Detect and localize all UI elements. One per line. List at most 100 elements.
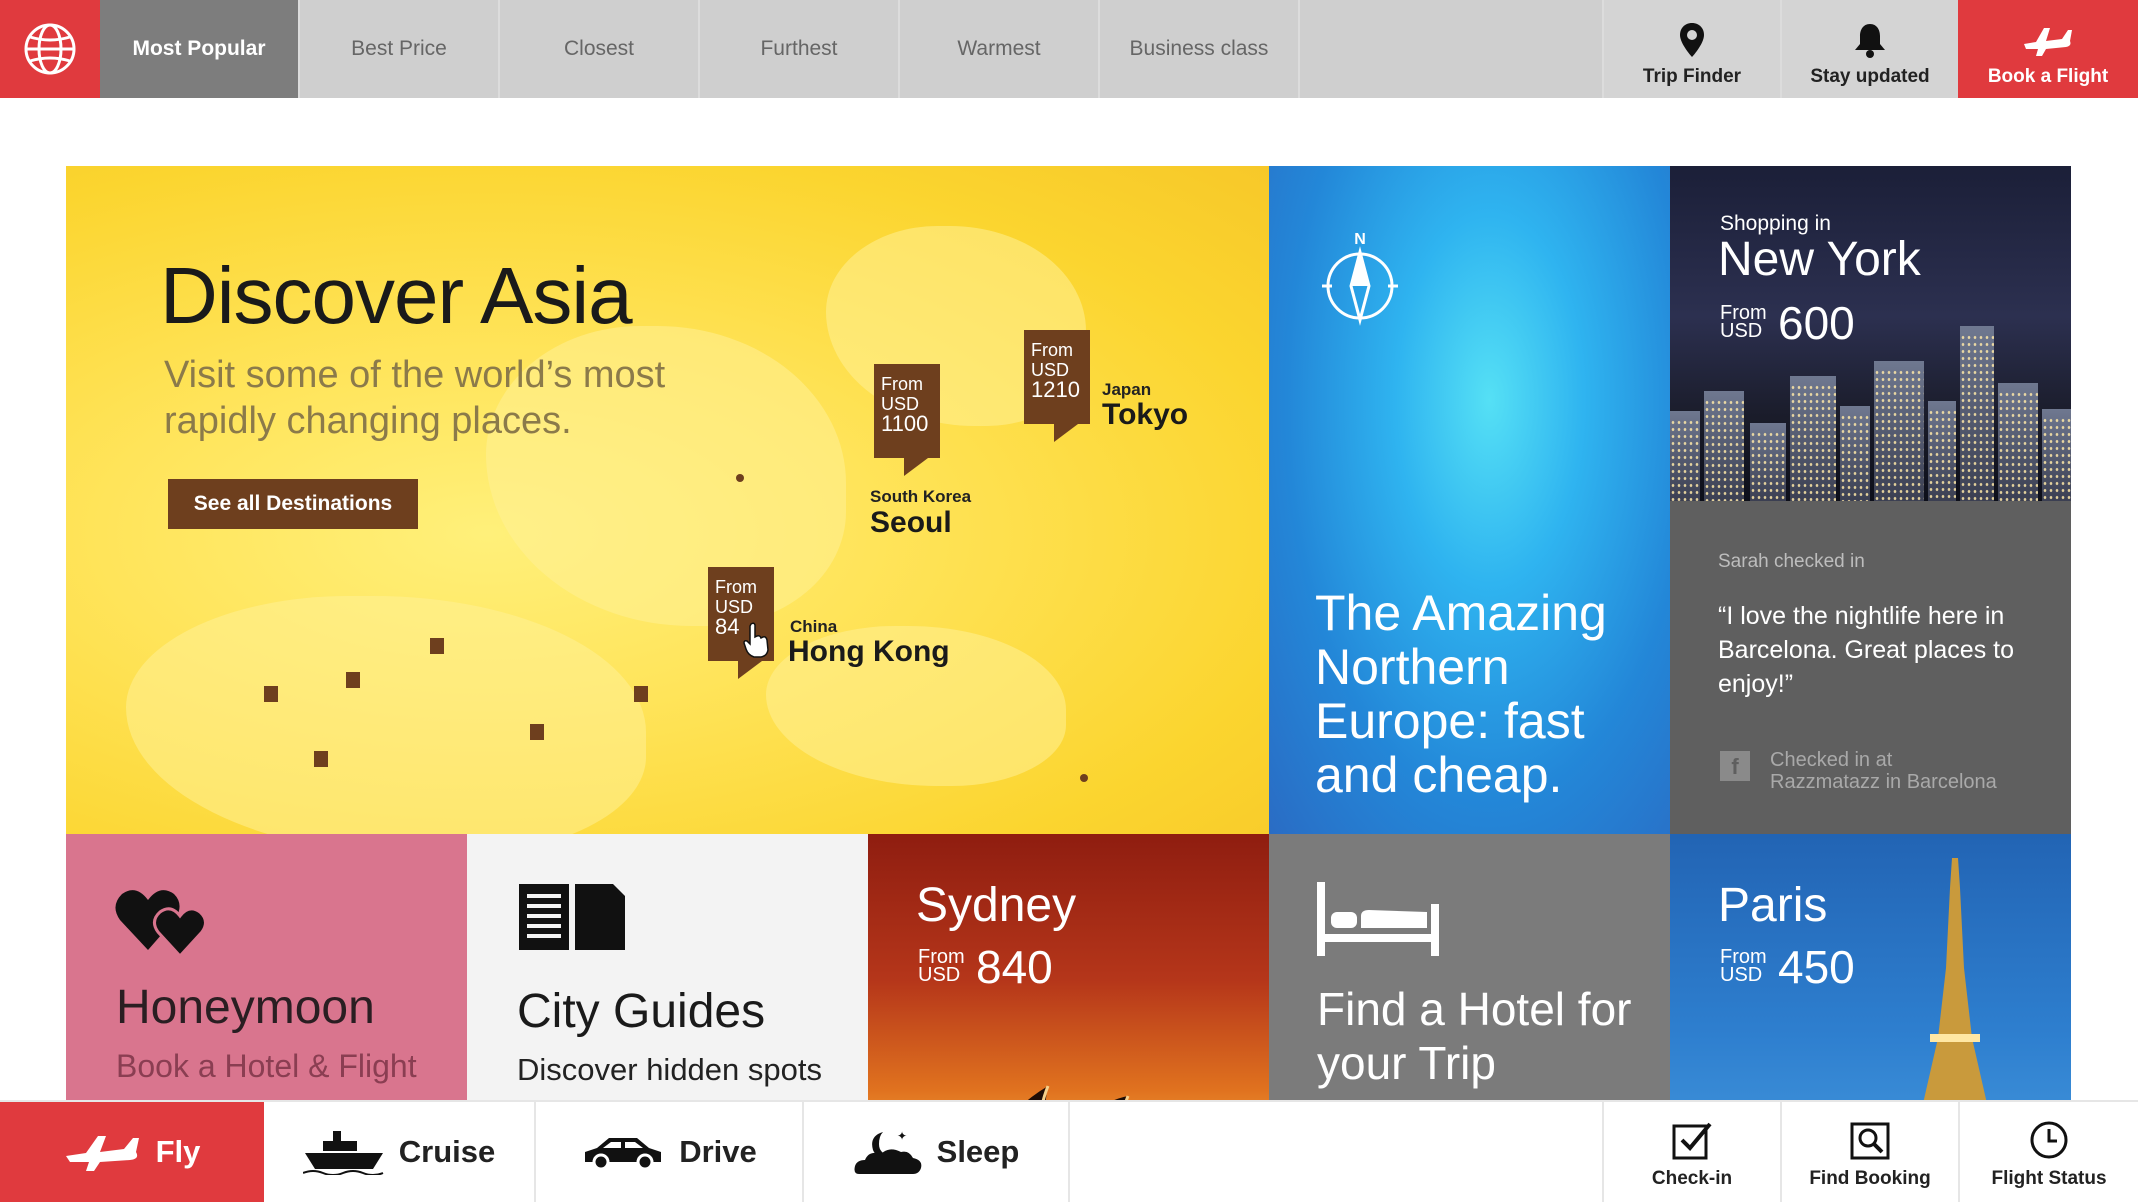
new-york-tile[interactable]: Shopping in New York From USD 600 bbox=[1670, 166, 2071, 501]
sydney-city-label: Sydney bbox=[916, 879, 1077, 932]
sydney-price: 840 bbox=[976, 941, 1053, 993]
discover-asia-title: Discover Asia bbox=[160, 251, 633, 340]
discover-asia-subtitle: Visit some of the world’s most rapidly c… bbox=[164, 354, 666, 442]
skyline-building bbox=[1960, 326, 1994, 501]
currency-text: USD bbox=[918, 964, 961, 986]
ny-city-label: New York bbox=[1718, 233, 1921, 286]
flight-status-label: Flight Status bbox=[1991, 1168, 2107, 1189]
skyline-building bbox=[1874, 361, 1924, 501]
city-guides-subtitle: Discover hidden spots bbox=[517, 1052, 822, 1087]
ny-price: 600 bbox=[1778, 297, 1855, 349]
skyline-building bbox=[1750, 423, 1786, 501]
tab-business-class[interactable]: Business class bbox=[1100, 0, 1300, 98]
mode-cruise[interactable]: Cruise bbox=[264, 1102, 536, 1202]
pin-price: 1210 bbox=[1031, 377, 1080, 402]
ny-from-label: From USD bbox=[1720, 303, 1767, 342]
northern-europe-headline: The Amazing Northern Europe: fast and ch… bbox=[1315, 585, 1607, 803]
honeymoon-subtitle: Book a Hotel & Flight bbox=[116, 1048, 417, 1084]
paris-city-label: Paris bbox=[1718, 879, 1828, 932]
mode-sleep[interactable]: ✦ Sleep bbox=[804, 1102, 1070, 1202]
tab-best-price[interactable]: Best Price bbox=[300, 0, 500, 98]
mode-drive-label: Drive bbox=[679, 1134, 757, 1169]
minor-destination-pin[interactable] bbox=[314, 751, 328, 767]
bottom-nav-bar: Fly Cruise Drive ✦ Sleep Check-in Find B… bbox=[0, 1100, 2138, 1202]
mode-fly-label: Fly bbox=[155, 1134, 201, 1169]
tokyo-city-label[interactable]: Tokyo bbox=[1102, 398, 1188, 432]
find-hotel-title: Find a Hotel for your Trip bbox=[1317, 983, 1632, 1089]
flight-status-button[interactable]: Flight Status bbox=[1958, 1102, 2138, 1202]
northern-europe-tile[interactable]: N The Amazing Northern Europe: fast and … bbox=[1269, 166, 1670, 834]
checkin-location-name: Razzmatazz in Barcelona bbox=[1770, 771, 1997, 793]
checkbox-icon bbox=[1672, 1122, 1712, 1160]
book-a-flight-button[interactable]: Book a Flight bbox=[1958, 0, 2138, 98]
globe-icon bbox=[24, 23, 76, 75]
bed-icon bbox=[1317, 882, 1439, 956]
pin-from-label: From bbox=[881, 374, 923, 394]
tab-furthest[interactable]: Furthest bbox=[700, 0, 900, 98]
pin-from-label: From bbox=[1031, 340, 1073, 360]
map-dot bbox=[1080, 774, 1088, 782]
mode-fly[interactable]: Fly bbox=[0, 1102, 264, 1202]
tab-closest[interactable]: Closest bbox=[500, 0, 700, 98]
hearts-icon bbox=[115, 890, 207, 956]
minor-destination-pin[interactable] bbox=[634, 686, 648, 702]
paris-price: 450 bbox=[1778, 941, 1855, 993]
clock-icon bbox=[2030, 1121, 2068, 1159]
plane-icon bbox=[65, 1136, 139, 1171]
stay-updated-button[interactable]: Stay updated bbox=[1780, 0, 1958, 98]
moon-cloud-icon: ✦ bbox=[854, 1129, 921, 1174]
top-nav-bar: Most Popular Best Price Closest Furthest… bbox=[0, 0, 2138, 98]
find-booking-label: Find Booking bbox=[1809, 1168, 1931, 1189]
price-pin-tokyo[interactable]: From USD 1210 bbox=[1024, 330, 1090, 442]
currency-text: USD bbox=[1720, 964, 1763, 986]
checkin-user-label: Sarah checked in bbox=[1718, 551, 1865, 572]
globe-home-button[interactable] bbox=[0, 0, 100, 98]
map-land-shape bbox=[126, 596, 646, 834]
skyline-building bbox=[1840, 406, 1870, 501]
discover-asia-tile[interactable]: Discover Asia Visit some of the world’s … bbox=[66, 166, 1269, 834]
currency-text: USD bbox=[1720, 320, 1763, 342]
price-pin-seoul[interactable]: From USD 1100 bbox=[874, 364, 940, 476]
svg-text:✦: ✦ bbox=[897, 1129, 907, 1143]
search-booking-icon bbox=[1850, 1122, 1890, 1160]
find-booking-button[interactable]: Find Booking bbox=[1780, 1102, 1958, 1202]
trip-finder-button[interactable]: Trip Finder bbox=[1602, 0, 1780, 98]
compass-icon: N bbox=[1322, 231, 1398, 326]
city-guides-title: City Guides bbox=[517, 985, 766, 1038]
sydney-from-label: From USD bbox=[918, 947, 965, 986]
tokyo-country-label: Japan bbox=[1102, 380, 1152, 399]
pin-from-label: From bbox=[715, 577, 757, 597]
minor-destination-pin[interactable] bbox=[264, 686, 278, 702]
minor-destination-pin[interactable] bbox=[430, 638, 444, 654]
bell-icon bbox=[1855, 24, 1885, 58]
honeymoon-title: Honeymoon bbox=[116, 981, 375, 1034]
newspaper-icon bbox=[519, 884, 625, 950]
social-checkin-tile[interactable]: Sarah checked in “I love the nightlife h… bbox=[1670, 501, 2071, 834]
skyline-building bbox=[1670, 411, 1700, 501]
paris-from-label: From USD bbox=[1720, 947, 1767, 986]
hand-cursor-icon bbox=[743, 622, 769, 658]
skyline-building bbox=[2042, 409, 2071, 501]
mode-drive[interactable]: Drive bbox=[536, 1102, 804, 1202]
check-in-label: Check-in bbox=[1651, 1168, 1733, 1189]
tab-most-popular[interactable]: Most Popular bbox=[100, 0, 300, 98]
hong-kong-city-label[interactable]: Hong Kong bbox=[788, 635, 950, 669]
checkin-location-label: Checked in at bbox=[1770, 749, 1893, 771]
skyline-building bbox=[1928, 401, 1956, 501]
stay-updated-label: Stay updated bbox=[1810, 66, 1930, 87]
skyline-building bbox=[1998, 383, 2038, 501]
map-dot bbox=[736, 474, 744, 482]
minor-destination-pin[interactable] bbox=[346, 672, 360, 688]
tab-warmest[interactable]: Warmest bbox=[900, 0, 1100, 98]
minor-destination-pin[interactable] bbox=[530, 724, 544, 740]
mode-sleep-label: Sleep bbox=[936, 1134, 1020, 1169]
facebook-icon: f bbox=[1720, 751, 1750, 781]
seoul-country-label: South Korea bbox=[870, 487, 972, 506]
ship-icon bbox=[302, 1131, 384, 1175]
check-in-button[interactable]: Check-in bbox=[1602, 1102, 1780, 1202]
seoul-city-label[interactable]: Seoul bbox=[870, 506, 952, 540]
mode-cruise-label: Cruise bbox=[398, 1134, 496, 1169]
trip-finder-label: Trip Finder bbox=[1642, 66, 1742, 87]
car-icon bbox=[585, 1138, 662, 1170]
see-all-destinations-button[interactable]: See all Destinations bbox=[168, 479, 418, 529]
